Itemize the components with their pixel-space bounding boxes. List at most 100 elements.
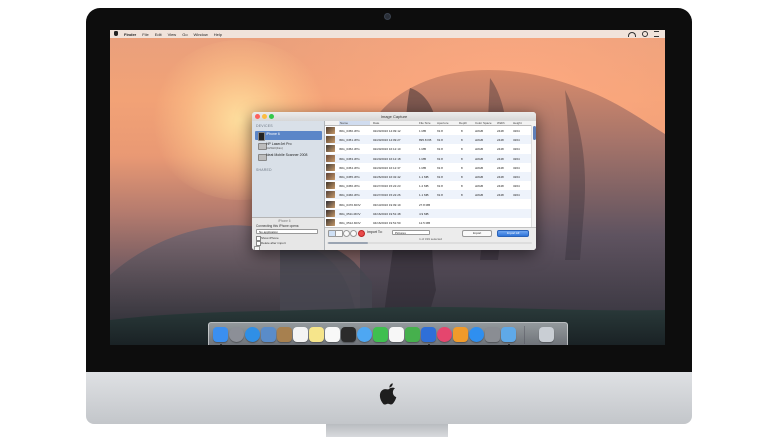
scroll-knob[interactable] — [533, 126, 536, 140]
cell-width: 2448 — [497, 129, 504, 133]
col-color-space[interactable]: Color Space — [475, 121, 492, 125]
table-row[interactable]: IMG_0451.JPG 02/20/2016 14:09:27 895.8 KB f… — [325, 135, 531, 145]
devices-header: DEVICES — [256, 124, 273, 128]
menu-go[interactable]: Go — [182, 32, 187, 37]
device-sublabel: CH5H0(Fax) — [266, 146, 283, 150]
rotate-left-icon[interactable] — [343, 230, 350, 237]
table-row[interactable]: IMG_0512.MOV 04/16/2016 19:51:50 12.5 MB — [325, 218, 531, 227]
sidebar-toggle-button[interactable] — [254, 246, 260, 250]
col-width[interactable]: Width — [497, 121, 505, 125]
table-row[interactable]: IMG_0470.MOV 03/13/2016 19:09:19 27.8 MB — [325, 200, 531, 209]
cell-name: IMG_0460.JPG — [339, 193, 360, 198]
dock-trash-icon[interactable] — [539, 327, 554, 342]
table-row[interactable]: IMG_0511.MOV 04/16/2016 19:51:48 4.9 MB — [325, 208, 531, 218]
dock-app-store-icon[interactable] — [469, 327, 484, 342]
image-thumbnail — [326, 154, 335, 162]
horizontal-scrollbar[interactable] — [327, 242, 532, 244]
dock-safari-icon[interactable] — [245, 327, 260, 342]
cell-file-size: 12.5 MB — [419, 221, 431, 225]
dock-contacts-icon[interactable] — [277, 327, 292, 342]
col-file-size[interactable]: File Size — [419, 121, 431, 125]
cell-color-space: sRGB — [475, 129, 484, 133]
image-thumbnail — [326, 191, 335, 199]
dock-downloads-icon[interactable] — [501, 327, 516, 342]
rotate-right-icon[interactable] — [350, 230, 357, 237]
grid-view-button[interactable] — [335, 230, 343, 237]
cell-color-space: sRGB — [475, 184, 484, 189]
dock-itunes-icon[interactable] — [437, 327, 452, 342]
cell-aperture: f/2.8 — [437, 147, 443, 152]
apple-menu-icon[interactable] — [114, 31, 118, 36]
table-row[interactable]: IMG_0452.JPG 02/20/2016 16:12:10 1 MB f/2.8… — [325, 144, 531, 153]
device-item-iphone[interactable]: iPhone 6 — [255, 131, 322, 141]
dock-photo-booth-icon[interactable] — [341, 327, 356, 342]
table-row[interactable]: IMG_0455.JPG 02/26/2016 16:32:42 1.1 MB f/2… — [325, 172, 531, 181]
cell-file-size: 1.1 MB — [419, 193, 429, 198]
dock-system-preferences-icon[interactable] — [485, 327, 500, 342]
dock-ibooks-icon[interactable] — [453, 327, 468, 342]
table-row[interactable]: IMG_0450.JPG 02/20/2016 14:09:12 1 MB f/2.8… — [325, 126, 531, 135]
cell-name: IMG_0455.JPG — [339, 175, 360, 179]
dock-reminders-icon[interactable] — [325, 327, 340, 342]
col-name[interactable]: Name — [339, 121, 370, 125]
dock-photos-icon[interactable] — [389, 327, 404, 342]
cell-name: IMG_0511.MOV — [339, 211, 361, 216]
table-row[interactable]: IMG_0453.JPG 02/20/2016 16:12:18 1 MB f/2.8… — [325, 153, 531, 163]
menu-help[interactable]: Help — [214, 32, 222, 37]
cell-depth: 8 — [461, 129, 463, 133]
device-label: Neat Mobile Scanner 2008 — [266, 153, 308, 157]
col-date[interactable]: Date — [373, 121, 379, 125]
table-row[interactable]: IMG_0454.JPG 02/20/2016 16:12:37 1 MB f/2.8… — [325, 163, 531, 172]
cell-height: 3264 — [513, 129, 520, 133]
dock-facetime-icon[interactable] — [373, 327, 388, 342]
menu-file[interactable]: File — [142, 32, 148, 37]
cell-height: 3264 — [513, 156, 520, 161]
cell-width: 2448 — [497, 165, 504, 170]
menu-edit[interactable]: Edit — [155, 32, 162, 37]
device-item-scanner[interactable]: Neat Mobile Scanner 2008 — [255, 152, 322, 161]
cell-file-size: 1 MB — [419, 147, 427, 152]
notification-center-icon[interactable] — [654, 31, 659, 37]
imac-stand — [326, 424, 448, 437]
cell-depth: 8 — [461, 156, 463, 161]
dock-keynote-icon[interactable] — [421, 327, 436, 342]
col-aperture[interactable]: Aperture — [437, 121, 449, 125]
shared-header: SHARED — [256, 168, 272, 172]
dock-calendar-icon[interactable] — [293, 327, 308, 342]
dock-numbers-icon[interactable] — [405, 327, 420, 342]
dock-preview-icon[interactable] — [261, 327, 276, 342]
import-all-button[interactable]: Import All — [497, 229, 529, 237]
image-list-panel: Name Date File Size Aperture Depth Color… — [325, 121, 536, 250]
vertical-scrollbar[interactable] — [531, 125, 536, 227]
horizontal-scroll-knob[interactable] — [328, 242, 368, 244]
dock-notes-icon[interactable] — [309, 327, 324, 342]
col-depth[interactable]: Depth — [459, 121, 467, 125]
table-row[interactable]: IMG_0456.JPG 02/27/2016 15:22:23 1.2 MB f/2… — [325, 181, 531, 190]
menu-window[interactable]: Window — [194, 32, 208, 37]
cell-height: 3264 — [513, 175, 520, 179]
spotlight-icon[interactable] — [642, 31, 648, 37]
dock-messages-icon[interactable] — [357, 327, 372, 342]
connecting-app-select[interactable]: No application — [256, 229, 318, 234]
import-bar: Import To: Pictures Import Import All 1 … — [325, 227, 536, 250]
running-indicator — [507, 344, 510, 345]
cell-date: 02/27/2016 15:22:26 — [373, 193, 401, 198]
cell-name: IMG_0451.JPG — [339, 138, 360, 143]
image-thumbnail — [326, 163, 335, 171]
device-item-printer[interactable]: HP LaserJet Pro CH5H0(Fax) — [255, 141, 322, 150]
cell-color-space: sRGB — [475, 193, 484, 198]
menu-view[interactable]: View — [168, 32, 177, 37]
image-thumbnail — [326, 182, 335, 190]
wifi-icon[interactable] — [628, 31, 636, 37]
dock-finder-icon[interactable] — [213, 327, 228, 342]
menu-app-name[interactable]: Finder — [124, 32, 136, 37]
col-height[interactable]: Height — [513, 121, 522, 125]
dock-launchpad-icon[interactable] — [229, 327, 244, 342]
cell-height: 3264 — [513, 193, 520, 198]
image-thumbnail — [326, 219, 335, 226]
table-row[interactable]: IMG_0460.JPG 02/27/2016 15:22:26 1.1 MB f/2… — [325, 190, 531, 200]
dock — [208, 322, 568, 345]
delete-icon[interactable] — [358, 230, 365, 237]
import-destination-select[interactable]: Pictures — [392, 229, 430, 235]
import-button[interactable]: Import — [462, 229, 492, 237]
